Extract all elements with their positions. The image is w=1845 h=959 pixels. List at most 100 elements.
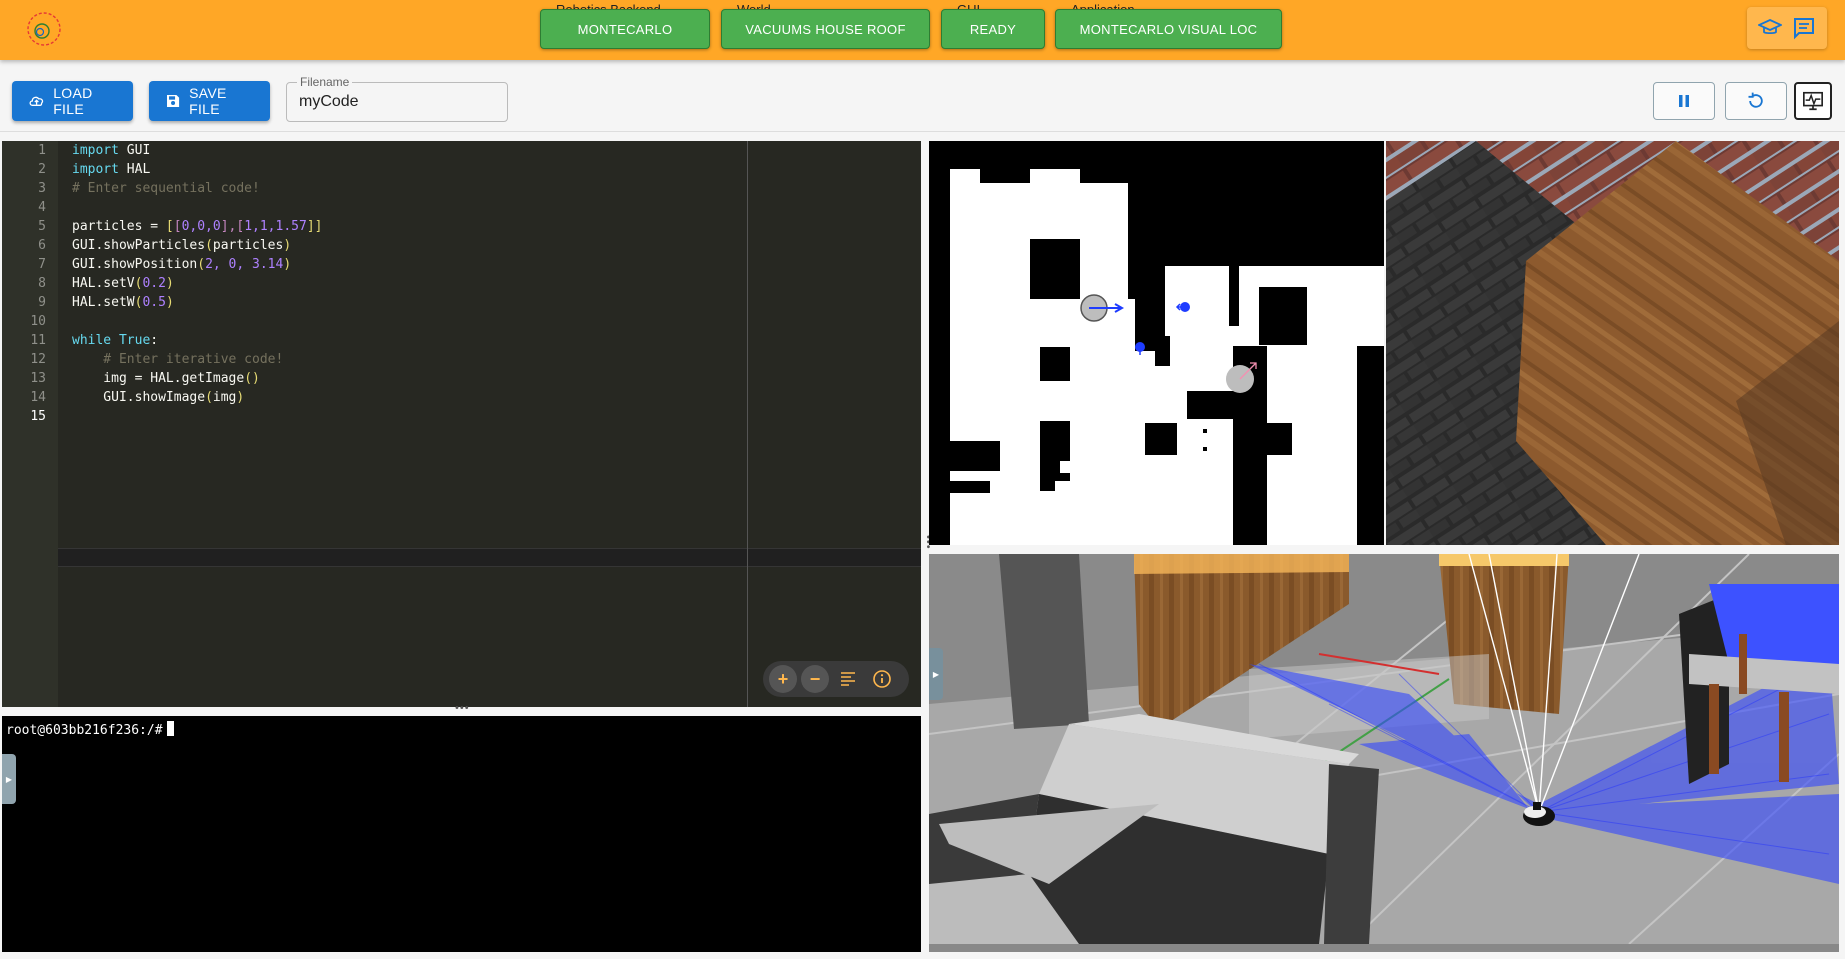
status-application-button[interactable]: MONTECARLO VISUAL LOC: [1055, 9, 1282, 49]
terminal-prompt: root@603bb216f236:/#: [6, 721, 174, 738]
line-number: 12: [30, 352, 46, 367]
save-file-label: SAVE FILE: [189, 85, 227, 117]
code-token: 0.2: [142, 276, 166, 291]
filename-field[interactable]: Filename: [286, 75, 508, 122]
simulation-scene: [929, 554, 1839, 944]
code-token: GUI.showPosition: [72, 257, 198, 272]
line-number: 10: [30, 314, 46, 329]
reset-button[interactable]: [1725, 82, 1787, 120]
filename-label: Filename: [297, 75, 353, 89]
status-backend-button[interactable]: MONTECARLO: [540, 9, 710, 49]
code-token: (): [244, 371, 260, 386]
code-token: 2, 0, 3.14: [205, 257, 284, 272]
code-token: particles: [212, 238, 284, 253]
line-number: 15: [30, 409, 46, 424]
vertical-splitter[interactable]: •••: [921, 141, 933, 952]
line-number: 1: [38, 143, 46, 158]
cloud-upload-icon: [29, 96, 44, 106]
toolbar: LOAD FILE SAVE FILE Filename: [0, 68, 1845, 132]
camera-image: [1386, 141, 1839, 545]
code-token: :: [150, 333, 159, 348]
status-world-button[interactable]: VACUUMS HOUSE ROOF: [721, 9, 930, 49]
code-line: 15: [2, 407, 921, 426]
zoom-in-icon[interactable]: +: [769, 665, 797, 693]
code-editor[interactable]: 1 import GUI 2 import HAL 3 # Enter sequent…: [2, 141, 921, 707]
zoom-out-icon[interactable]: −: [801, 665, 829, 693]
line-number: 14: [30, 390, 46, 405]
code-token: import: [72, 143, 119, 158]
simulation-side-tab[interactable]: ▶: [929, 648, 943, 700]
status-gui-button[interactable]: READY: [941, 9, 1045, 49]
line-number: 4: [38, 200, 46, 215]
line-number: 2: [38, 162, 46, 177]
code-token: (: [205, 238, 213, 253]
chat-icon[interactable]: [1792, 16, 1816, 40]
camera-view: [1386, 141, 1839, 545]
editor-terminal-splitter[interactable]: •••: [2, 703, 921, 716]
code-token: HAL.setW: [72, 295, 135, 310]
load-file-label: LOAD FILE: [53, 85, 93, 117]
code-token: HAL: [118, 162, 151, 177]
code-token: particles =: [72, 219, 166, 234]
editor-toolbar: + −: [763, 661, 909, 697]
code-token: import: [72, 162, 119, 177]
header-bar: Robotics Backend MONTECARLO World VACUUM…: [0, 0, 1845, 60]
terminal-side-tab[interactable]: ▶: [2, 754, 16, 804]
code-token: ): [283, 257, 292, 272]
code-token: (: [205, 390, 213, 405]
active-line-highlight: [58, 548, 921, 567]
graduation-cap-icon[interactable]: [1758, 16, 1782, 40]
logo-icon[interactable]: [25, 10, 63, 48]
pause-button[interactable]: [1653, 82, 1715, 120]
code-token: ]]: [306, 219, 323, 234]
code-token: GUI.showParticles: [72, 238, 206, 253]
format-icon[interactable]: [833, 665, 863, 693]
line-number: 13: [30, 371, 46, 386]
code-token: GUI.showImage: [72, 390, 206, 405]
code-token: GUI: [118, 143, 151, 158]
info-icon[interactable]: [867, 665, 897, 693]
line-number: 11: [30, 333, 46, 348]
code-token: True: [118, 333, 151, 348]
code-token: 1,1,1.57: [244, 219, 307, 234]
line-number: 9: [38, 295, 46, 310]
code-comment: # Enter iterative code!: [72, 352, 284, 367]
line-number: 5: [38, 219, 46, 234]
code-token: ): [283, 238, 292, 253]
map-view: [929, 141, 1384, 545]
simulation-bottom-bar: [929, 944, 1839, 952]
code-line: 4: [2, 198, 921, 217]
line-number: 6: [38, 238, 46, 253]
code-line: 10: [2, 312, 921, 331]
code-line: 13 img = HAL.getImage(): [2, 369, 921, 388]
code-token: 0,0,0: [181, 219, 221, 234]
code-token: img: [212, 390, 237, 405]
filename-input[interactable]: [299, 93, 489, 111]
code-token: [: [165, 219, 174, 234]
code-line: 3 # Enter sequential code!: [2, 179, 921, 198]
terminal-prompt-text: root@603bb216f236:/#: [6, 723, 163, 738]
code-token: ): [165, 276, 174, 291]
save-file-button[interactable]: SAVE FILE: [149, 81, 270, 121]
terminal[interactable]: root@603bb216f236:/# ▶: [2, 716, 921, 952]
load-file-button[interactable]: LOAD FILE: [12, 81, 133, 121]
code-line: 6 GUI.showParticles(particles): [2, 236, 921, 255]
splitter-grip-icon: •••: [454, 703, 470, 714]
code-token: [: [173, 219, 182, 234]
code-token: 0.5: [142, 295, 166, 310]
code-line: 8 HAL.setV(0.2): [2, 274, 921, 293]
code-token: ): [165, 295, 174, 310]
header-icon-group: [1747, 7, 1827, 49]
monitor-button[interactable]: [1794, 82, 1832, 120]
code-token: (: [197, 257, 206, 272]
code-line: 2 import HAL: [2, 160, 921, 179]
map-canvas: [929, 141, 1384, 545]
line-number: 3: [38, 181, 46, 196]
floppy-disk-icon: [167, 94, 180, 108]
code-token: ): [236, 390, 245, 405]
reset-icon: [1748, 92, 1763, 108]
code-token: ],[: [220, 219, 245, 234]
line-number: 7: [38, 257, 46, 272]
code-line: 9 HAL.setW(0.5): [2, 293, 921, 312]
